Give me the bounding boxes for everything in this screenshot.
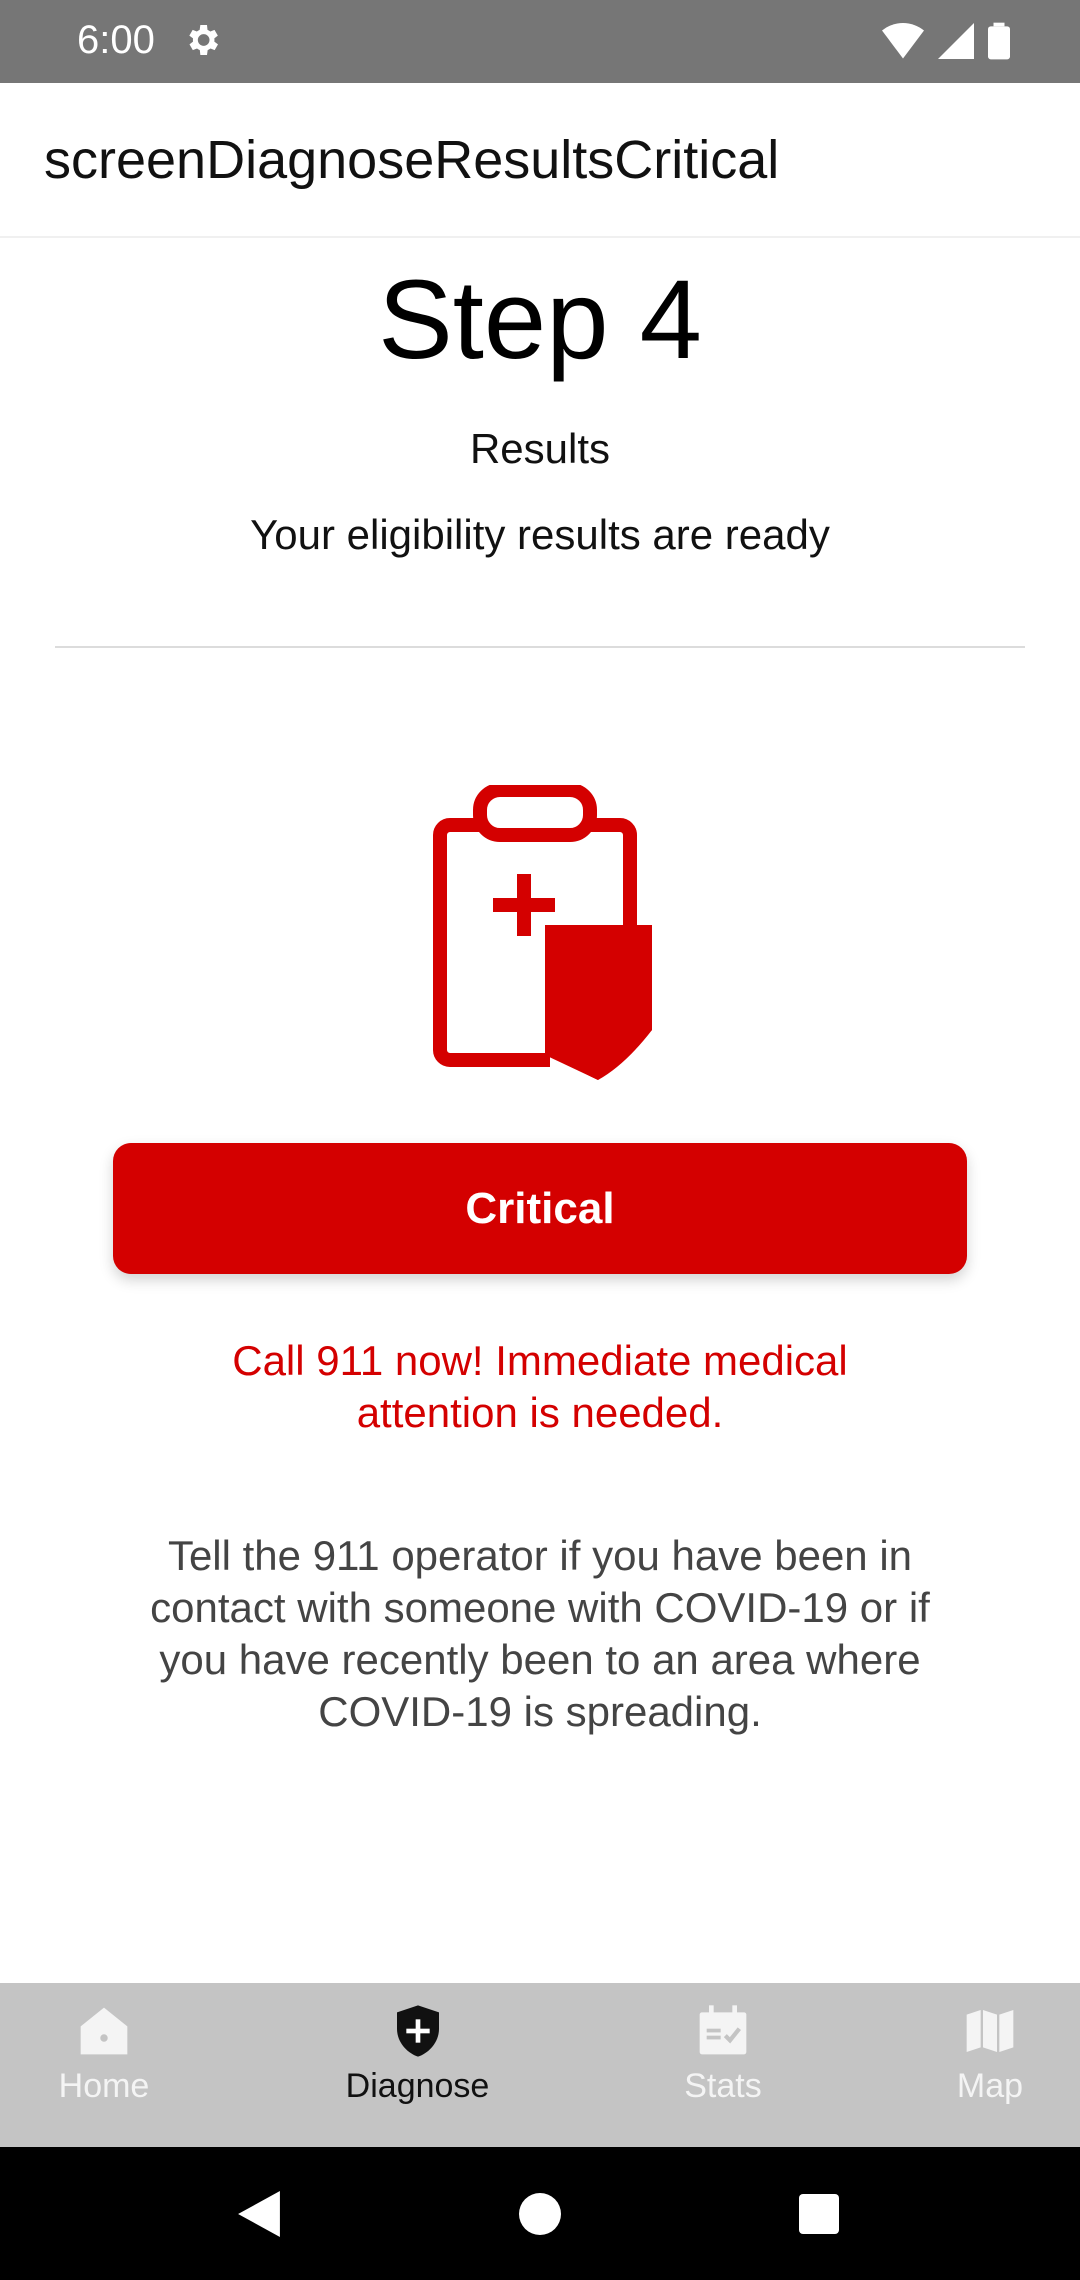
- nav-item-diagnose[interactable]: Diagnose: [330, 1983, 505, 2147]
- nav-label-stats: Stats: [684, 2067, 762, 2105]
- nav-item-home[interactable]: Home: [44, 1983, 164, 2147]
- nav-label-diagnose: Diagnose: [345, 2067, 490, 2105]
- nav-label-map: Map: [956, 2067, 1024, 2105]
- settings-gear-icon: [189, 25, 218, 55]
- app-title: screenDiagnoseResultsCritical: [44, 130, 780, 190]
- cellular-signal-icon: [938, 23, 974, 59]
- nav-item-map[interactable]: Map: [940, 1983, 1040, 2147]
- clipboard-medical-shield-icon: [433, 785, 652, 1080]
- app-bar: screenDiagnoseResultsCritical: [0, 83, 1080, 238]
- system-navigation-bar: [0, 2147, 1080, 2280]
- status-time: 6:00: [77, 18, 155, 62]
- emergency-alert-text: Call 911 now! Immediate medical attentio…: [232, 1337, 848, 1436]
- step-subtitle: Results: [469, 425, 611, 472]
- wifi-icon: [882, 23, 924, 59]
- back-icon[interactable]: [238, 2191, 280, 2237]
- home-circle-icon[interactable]: [519, 2193, 561, 2235]
- battery-icon: [988, 22, 1010, 60]
- recents-square-icon[interactable]: [799, 2194, 839, 2234]
- operator-info-text: Tell the 911 operator if you have been i…: [150, 1532, 930, 1735]
- map-icon: [966, 2010, 1014, 2052]
- status-indicators: [882, 22, 1010, 60]
- step-title: Step 4: [378, 257, 702, 382]
- step-description: Your eligibility results are ready: [250, 511, 830, 558]
- calendar-check-icon: [699, 2005, 747, 2055]
- shield-plus-icon: [396, 2005, 439, 2057]
- nav-label-home: Home: [58, 2067, 150, 2105]
- critical-status-button[interactable]: Critical: [113, 1143, 967, 1274]
- nav-item-stats[interactable]: Stats: [668, 1983, 778, 2147]
- status-bar: 6:00: [0, 0, 1080, 83]
- divider: [55, 646, 1025, 648]
- home-icon: [80, 2007, 128, 2055]
- bottom-nav: Home Diagnose Stats Map: [0, 1983, 1080, 2147]
